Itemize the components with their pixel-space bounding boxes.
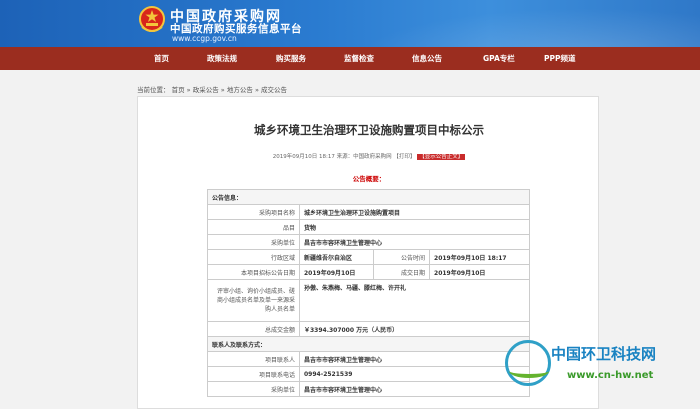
nav-item-supervision[interactable]: 监督检查 <box>344 47 374 70</box>
region-value: 新疆维吾尔自治区 <box>298 249 375 265</box>
nav-item-announcements[interactable]: 信息公告 <box>412 47 442 70</box>
table-row: 联系人及联系方式： <box>207 336 530 352</box>
nav-item-gpa[interactable]: GPA专栏 <box>483 47 515 70</box>
bid-notice-date-label: 本项目招标公告日期 <box>207 264 300 280</box>
breadcrumb-separator: » <box>186 86 191 94</box>
article-title: 城乡环境卫生治理环卫设施购置项目中标公示 <box>254 123 484 137</box>
site-url: www.ccgp.gov.cn <box>172 34 237 43</box>
notice-time-label: 公告时间 <box>373 249 431 265</box>
section-info: 公告信息： <box>207 189 530 205</box>
panel-members-value: 孙傲、朱燕梅、马疆、滕红梅、许开礼 <box>299 279 530 322</box>
buyer2-label: 采购单位 <box>207 381 300 397</box>
nav-item-ppp[interactable]: PPP频道 <box>544 47 576 70</box>
award-date-label: 成交日期 <box>373 264 431 280</box>
item-value: 货物 <box>299 219 530 235</box>
table-row: 采购项目名称 城乡环境卫生治理环卫设施购置项目 <box>207 204 530 220</box>
table-row: 公告信息： <box>207 189 530 205</box>
table-row: 评审小组、询价小组成员、磋商小组成员名单及单一来源采购人员名单 孙傲、朱燕梅、马… <box>207 279 530 322</box>
header-decoration <box>320 0 700 47</box>
article-date: 2019年09月10日 18:17 <box>272 154 335 160</box>
total-value: ￥3394.307000 万元（人民币） <box>299 321 530 337</box>
notice-time-value: 2019年09月10日 18:17 <box>429 249 530 265</box>
item-label: 品目 <box>207 219 300 235</box>
article-meta: 2019年09月10日 18:17 来源：中国政府采购网 【打印】 【显示公告正… <box>138 152 600 160</box>
section-contact: 联系人及联系方式： <box>207 336 530 352</box>
globe-icon <box>505 340 551 386</box>
project-name-label: 采购项目名称 <box>207 204 300 220</box>
show-original-button[interactable]: 【显示公告正文】 <box>417 154 466 160</box>
table-row: 项目联系人 昌吉市市容环境卫生管理中心 <box>207 351 530 367</box>
phone-value: 0994-2521539 <box>299 366 530 382</box>
table-row: 行政区域 新疆维吾尔自治区 公告时间 2019年09月10日 18:17 <box>207 249 530 265</box>
summary-heading: 公告概要： <box>352 175 386 183</box>
contact-label: 项目联系人 <box>207 351 300 367</box>
table-row: 采购单位 昌吉市市容环境卫生管理中心 <box>207 381 530 397</box>
breadcrumb-awards[interactable]: 成交公告 <box>261 86 287 94</box>
print-link[interactable]: 【打印】 <box>393 154 415 160</box>
breadcrumb-separator: » <box>254 86 259 94</box>
watermark-name: 中国环卫科技网 <box>551 345 657 363</box>
region-label: 行政区域 <box>207 249 300 265</box>
watermark: 中国环卫科技网 www.cn-hw.net <box>505 338 700 408</box>
swoosh-icon <box>509 364 549 378</box>
main-nav: 首页 政策法规 购买服务 监督检查 信息公告 GPA专栏 PPP频道 <box>0 47 700 70</box>
buyer-label: 采购单位 <box>207 234 300 250</box>
nav-item-policy[interactable]: 政策法规 <box>207 47 237 70</box>
phone-label: 项目联系电话 <box>207 366 300 382</box>
table-row: 项目联系电话 0994-2521539 <box>207 366 530 382</box>
table-row: 品目 货物 <box>207 219 530 235</box>
total-label: 总成交金额 <box>207 321 300 337</box>
contact-value: 昌吉市市容环境卫生管理中心 <box>299 351 530 367</box>
breadcrumb-local[interactable]: 地方公告 <box>227 86 253 94</box>
table-row: 采购单位 昌吉市市容环境卫生管理中心 <box>207 234 530 250</box>
buyer-value: 昌吉市市容环境卫生管理中心 <box>299 234 530 250</box>
bid-notice-date-value: 2019年09月10日 <box>298 264 375 280</box>
breadcrumb-procurement[interactable]: 政采公告 <box>193 86 219 94</box>
source-label: 来源： <box>336 154 354 160</box>
table-row: 本项目招标公告日期 2019年09月10日 成交日期 2019年09月10日 <box>207 264 530 280</box>
nav-item-home[interactable]: 首页 <box>154 47 169 70</box>
site-header: 中国政府采购网 中国政府购买服务信息平台 www.ccgp.gov.cn <box>0 0 700 47</box>
award-date-value: 2019年09月10日 <box>429 264 530 280</box>
table-row: 总成交金额 ￥3394.307000 万元（人民币） <box>207 321 530 337</box>
article-source: 中国政府采购网 <box>353 154 392 160</box>
breadcrumb: 当前位置： 首页 » 政采公告 » 地方公告 » 成交公告 <box>137 84 287 94</box>
breadcrumb-separator: » <box>220 86 225 94</box>
nav-item-services[interactable]: 购买服务 <box>276 47 306 70</box>
watermark-url: www.cn-hw.net <box>567 370 654 381</box>
summary-table: 公告信息： 采购项目名称 城乡环境卫生治理环卫设施购置项目 品目 货物 采购单位… <box>207 189 530 397</box>
breadcrumb-prefix: 当前位置： <box>137 86 170 94</box>
project-name: 城乡环境卫生治理环卫设施购置项目 <box>299 204 530 220</box>
national-emblem-icon <box>139 6 165 32</box>
panel-members-label: 评审小组、询价小组成员、磋商小组成员名单及单一来源采购人员名单 <box>207 279 300 322</box>
buyer2-value: 昌吉市市容环境卫生管理中心 <box>299 381 530 397</box>
breadcrumb-home[interactable]: 首页 <box>172 86 185 94</box>
